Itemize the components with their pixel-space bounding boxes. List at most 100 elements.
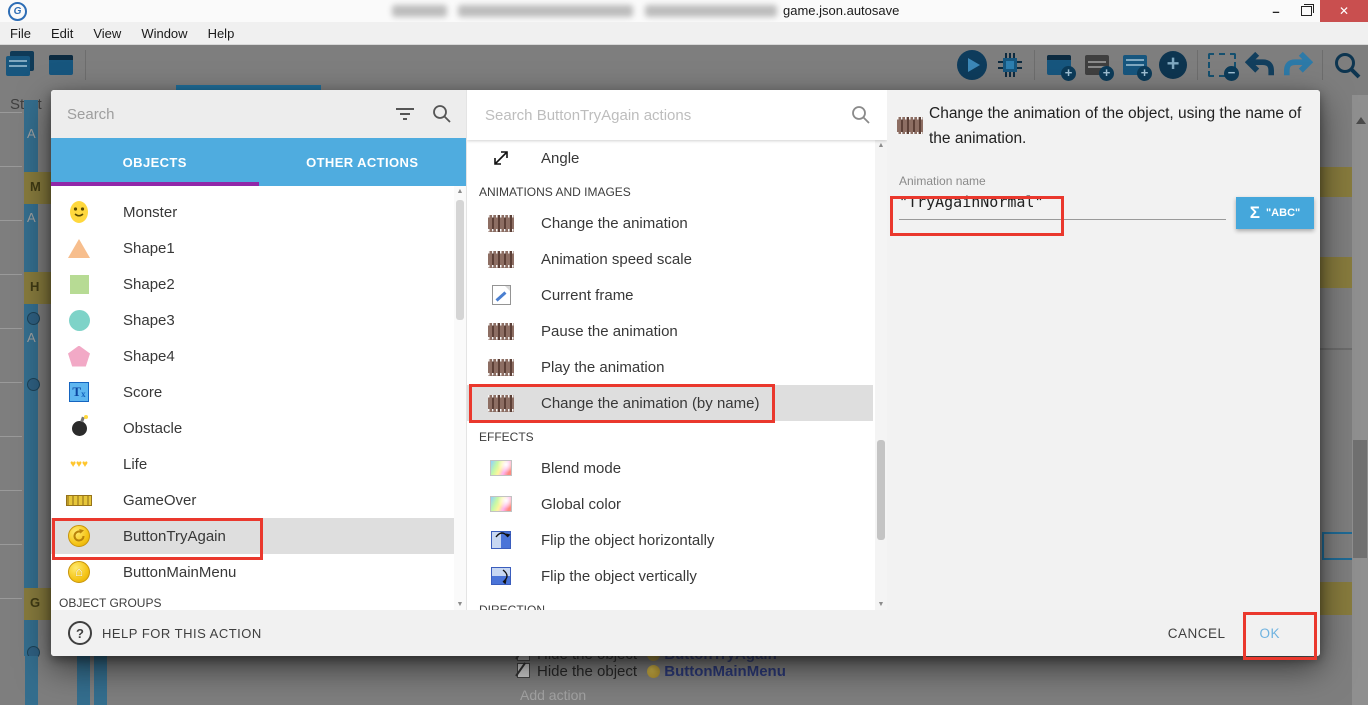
object-row-gameover[interactable]: GameOver [51, 482, 454, 518]
object-label: GameOver [123, 492, 196, 509]
action-label: Angle [541, 150, 579, 167]
object-row-obstacle[interactable]: Obstacle [51, 410, 454, 446]
object-groups-header: OBJECT GROUPS [51, 590, 466, 610]
action-label: Change the animation [541, 215, 688, 232]
scroll-down-arrow-icon[interactable]: ▼ [454, 601, 466, 608]
add-event-icon[interactable]: + [1042, 49, 1076, 81]
comment-block: G [24, 588, 51, 620]
object-label: Monster [123, 204, 177, 221]
object-row-score[interactable]: Tx Score [51, 374, 454, 410]
event-ruler-ticks [0, 112, 22, 612]
scrollbar-thumb[interactable] [877, 440, 885, 540]
menu-edit[interactable]: Edit [41, 26, 83, 41]
app-logo-icon: G [8, 2, 27, 21]
window-icon [49, 55, 73, 75]
menubar: File Edit View Window Help [0, 22, 1368, 45]
menu-window[interactable]: Window [131, 26, 197, 41]
debug-icon[interactable] [993, 49, 1027, 81]
comment-block [1320, 167, 1352, 197]
action-label: Blend mode [541, 460, 621, 477]
action-row-flip-vertically[interactable]: Flip the object vertically [467, 558, 873, 594]
search-icon [851, 105, 871, 125]
remove-event-icon[interactable]: − [1205, 49, 1239, 81]
play-icon[interactable] [955, 49, 989, 81]
clipped-action-text: A [27, 126, 36, 141]
action-row-current-frame[interactable]: Current frame [467, 277, 873, 313]
minus-icon: − [1224, 66, 1239, 81]
redacted-path-blob [458, 5, 633, 17]
toolbar-separator [1034, 50, 1035, 80]
filter-icon[interactable] [394, 106, 416, 122]
scrollbar-thumb[interactable] [456, 200, 464, 320]
object-row-life[interactable]: ♥♥♥ Life [51, 446, 454, 482]
cancel-button[interactable]: CANCEL [1160, 616, 1234, 651]
restore-button[interactable] [1292, 0, 1320, 22]
section-header-effects: EFFECTS [467, 421, 887, 450]
undo-icon[interactable] [1243, 49, 1277, 81]
menu-view[interactable]: View [83, 26, 131, 41]
scene-editor-icon[interactable] [44, 49, 78, 81]
menu-help[interactable]: Help [198, 26, 245, 41]
text-object-icon: Tx [65, 382, 93, 402]
object-row-shape4[interactable]: Shape4 [51, 338, 454, 374]
action-label: Flip the object vertically [541, 568, 697, 585]
action-row-blend-mode[interactable]: Blend mode [467, 450, 873, 486]
scrollbar-thumb[interactable] [1353, 440, 1367, 558]
object-label: Life [123, 456, 147, 473]
object-label: Shape1 [123, 240, 175, 257]
gameover-banner-icon [65, 495, 93, 506]
ok-button[interactable]: OK [1233, 616, 1306, 651]
object-row-shape1[interactable]: Shape1 [51, 230, 454, 266]
help-for-this-action[interactable]: ? HELP FOR THIS ACTION [68, 621, 262, 645]
scroll-up-arrow-icon[interactable]: ▲ [454, 188, 466, 195]
redo-icon[interactable] [1281, 49, 1315, 81]
angle-icon [487, 148, 515, 168]
scroll-down-arrow-icon[interactable]: ▼ [875, 601, 887, 608]
dialog-footer: ? HELP FOR THIS ACTION CANCEL OK [51, 610, 1320, 656]
menu-file[interactable]: File [0, 26, 41, 41]
object-row-shape2[interactable]: Shape2 [51, 266, 454, 302]
action-detail-panel: Change the animation of the object, usin… [887, 90, 1320, 610]
search-toolbar-icon[interactable] [1330, 49, 1364, 81]
action-row-animation-speed-scale[interactable]: Animation speed scale [467, 241, 873, 277]
scroll-up-arrow-icon[interactable]: ▲ [875, 142, 887, 149]
action-label: Global color [541, 496, 621, 513]
plus-icon: + [1099, 66, 1114, 81]
action-row-angle[interactable]: Angle [467, 140, 873, 176]
object-row-monster[interactable]: Monster [51, 194, 454, 230]
tab-objects[interactable]: OBJECTS [51, 138, 259, 186]
actions-scrollbar[interactable]: ▲ ▼ [875, 140, 887, 610]
close-button[interactable]: ✕ [1320, 0, 1368, 22]
background-scrollbar[interactable] [1352, 95, 1368, 705]
object-row-buttonmainmenu[interactable]: ⌂ ButtonMainMenu [51, 554, 454, 590]
comment-block: M [24, 172, 51, 204]
window-title: game.json.autosave [783, 3, 899, 18]
animation-name-input[interactable]: "TryAgainNormal" [899, 193, 1226, 220]
plus-icon: + [1061, 66, 1076, 81]
expression-editor-button[interactable]: Σ "ABC" [1236, 197, 1314, 229]
tab-other-actions[interactable]: OTHER ACTIONS [259, 138, 467, 186]
action-gear-icon [27, 312, 40, 325]
toolbar-separator [85, 50, 86, 80]
action-label: Play the animation [541, 359, 664, 376]
add-comment-icon[interactable]: + [1080, 49, 1114, 81]
project-manager-icon[interactable] [6, 49, 40, 81]
add-subevent-icon[interactable]: + [1118, 49, 1152, 81]
redacted-path-blob [645, 5, 777, 17]
object-row-shape3[interactable]: Shape3 [51, 302, 454, 338]
film-strip-icon [487, 251, 515, 268]
object-row-buttontryagain[interactable]: ButtonTryAgain [51, 518, 454, 554]
action-row-pause-animation[interactable]: Pause the animation [467, 313, 873, 349]
objects-search-input[interactable] [65, 105, 394, 124]
action-row-play-animation[interactable]: Play the animation [467, 349, 873, 385]
comment-block: H [24, 272, 51, 304]
add-event-circle-icon[interactable]: + [1156, 49, 1190, 81]
actions-search-input[interactable] [483, 106, 851, 125]
minimize-button[interactable]: – [1262, 0, 1290, 22]
action-row-change-animation[interactable]: Change the animation [467, 205, 873, 241]
scroll-up-arrow-icon[interactable] [1356, 117, 1366, 124]
objects-scrollbar[interactable]: ▲ ▼ [454, 186, 466, 610]
action-row-global-color[interactable]: Global color [467, 486, 873, 522]
action-row-flip-horizontally[interactable]: Flip the object horizontally [467, 522, 873, 558]
action-row-change-animation-by-name[interactable]: Change the animation (by name) [467, 385, 873, 421]
